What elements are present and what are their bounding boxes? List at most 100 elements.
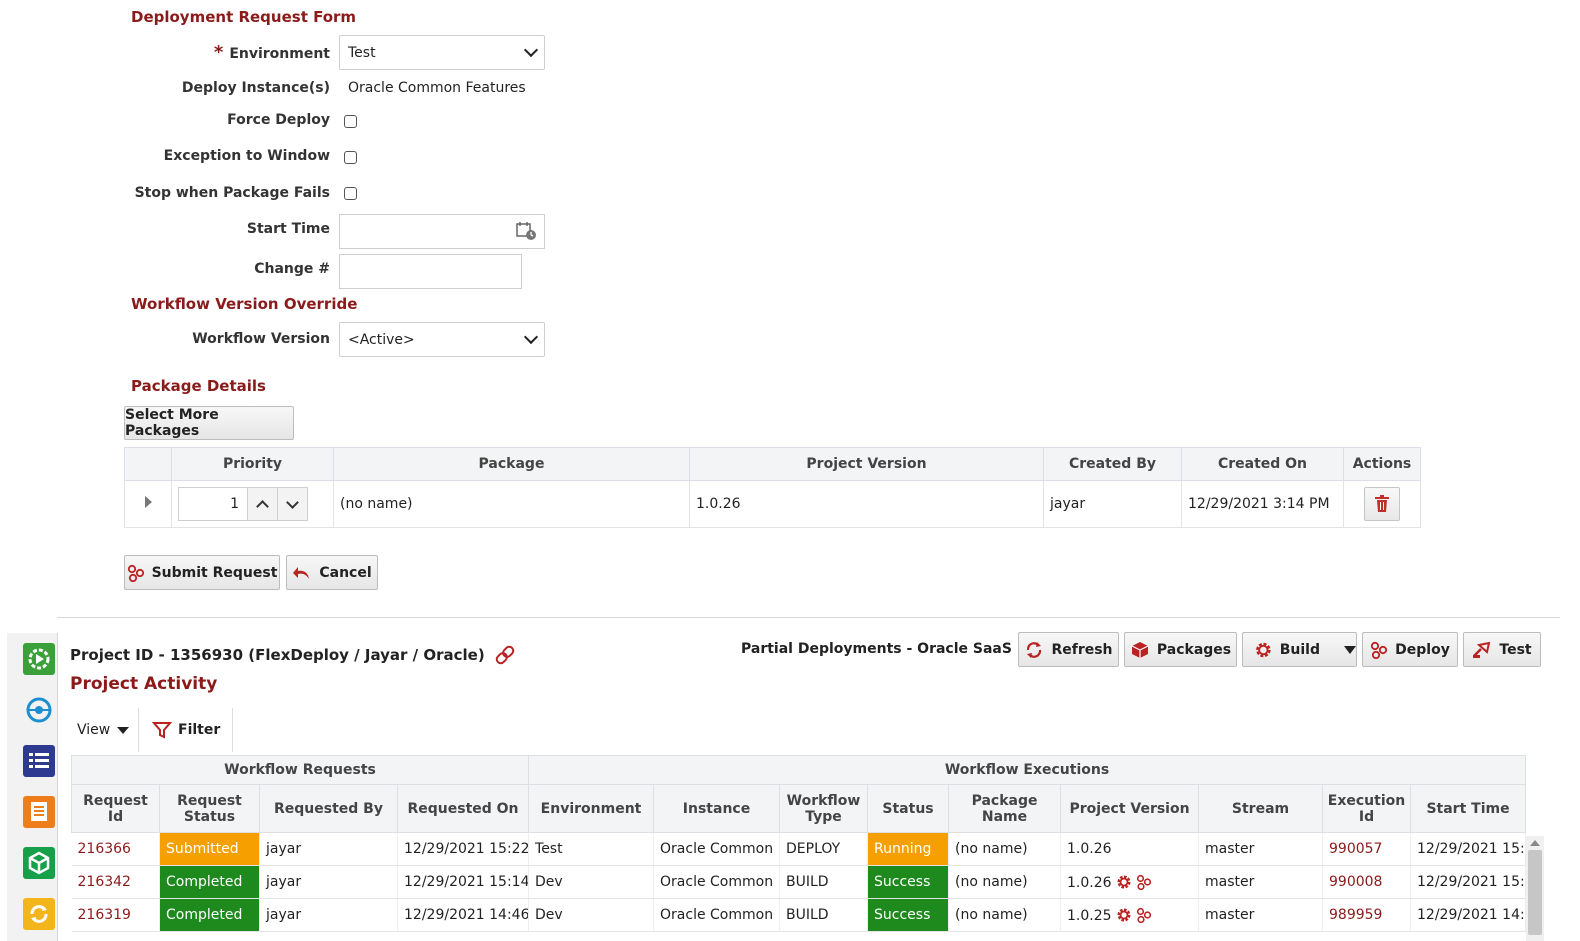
col-workflow-type[interactable]: Workflow Type <box>779 784 869 833</box>
cancel-button[interactable]: Cancel <box>286 555 378 590</box>
build-gear-icon[interactable] <box>1116 907 1132 923</box>
execution-id-link[interactable]: 989959 <box>1322 898 1412 932</box>
force-deploy-label: Force Deploy <box>227 112 330 128</box>
col-requested-by[interactable]: Requested By <box>259 784 398 833</box>
package-name-cell: (no name) <box>333 480 690 528</box>
submit-request-label: Submit Request <box>151 564 278 581</box>
deploy-icon[interactable] <box>1136 907 1152 923</box>
requested-by-cell: jayar <box>259 898 398 932</box>
request-id-link[interactable]: 216342 <box>71 865 160 899</box>
project-version-cell: 1.0.26 <box>689 480 1044 528</box>
deploy-icon <box>127 564 144 582</box>
packages-label: Packages <box>1156 641 1232 658</box>
project-version-cell: 1.0.25 <box>1060 898 1200 932</box>
col-project-version[interactable]: Project Version <box>1060 784 1200 833</box>
instance-cell: Oracle Common ... <box>653 865 781 899</box>
group-header-executions: Workflow Executions <box>528 755 1527 785</box>
priority-stepper[interactable]: 1 <box>178 487 308 521</box>
refresh-button[interactable]: Refresh <box>1018 632 1119 667</box>
project-id-title: Project ID - 1356930 (FlexDeploy / Jayar… <box>70 646 485 664</box>
calendar-clock-icon[interactable] <box>516 221 538 241</box>
side-toolbar <box>7 633 58 941</box>
build-label: Build <box>1279 641 1320 658</box>
submit-request-button[interactable]: Submit Request <box>124 555 280 590</box>
test-button[interactable]: Test <box>1463 632 1541 667</box>
side-workflow-icon[interactable] <box>23 694 55 726</box>
change-number-input[interactable] <box>339 254 522 289</box>
priority-value[interactable]: 1 <box>179 488 247 520</box>
deploy-button[interactable]: Deploy <box>1362 632 1458 667</box>
requested-on-cell: 12/29/2021 15:14 <box>397 865 530 899</box>
table-row[interactable]: 216342 Completed jayar 12/29/2021 15:14 … <box>71 865 1527 899</box>
expand-row-icon[interactable] <box>144 496 152 508</box>
scrollbar-thumb[interactable] <box>1528 850 1542 935</box>
execution-id-link[interactable]: 990057 <box>1322 832 1412 866</box>
project-version-cell: 1.0.26 <box>1060 865 1200 899</box>
workflow-version-value: <Active> <box>348 331 415 348</box>
deploy-icon <box>1371 641 1388 659</box>
workflow-version-select[interactable]: <Active> <box>339 322 545 357</box>
workflow-version-label: Workflow Version <box>192 331 330 347</box>
deploy-icon[interactable] <box>1136 874 1152 890</box>
environment-select[interactable]: Test <box>339 35 545 70</box>
caret-down-icon[interactable] <box>1344 645 1356 654</box>
created-on-cell: 12/29/2021 3:14 PM <box>1181 480 1344 528</box>
workflow-type-cell: BUILD <box>779 898 869 932</box>
table-row[interactable]: 216319 Completed jayar 12/29/2021 14:46 … <box>71 898 1527 932</box>
package-table-header-expander <box>124 447 172 481</box>
start-time-cell: 12/29/2021 15:22 <box>1410 832 1527 866</box>
col-instance[interactable]: Instance <box>653 784 781 833</box>
stop-on-fail-checkbox[interactable] <box>344 187 357 200</box>
link-icon[interactable] <box>494 644 516 666</box>
stream-cell: master <box>1198 865 1324 899</box>
package-table-header-package: Package <box>333 447 690 481</box>
package-table-header-priority: Priority <box>171 447 334 481</box>
increment-button[interactable] <box>247 488 277 520</box>
project-version-cell: 1.0.26 <box>1060 832 1200 866</box>
deploy-instances-label: Deploy Instance(s) <box>181 80 330 96</box>
side-package-icon[interactable] <box>23 847 55 879</box>
exception-window-checkbox[interactable] <box>344 151 357 164</box>
packages-button[interactable]: Packages <box>1124 632 1237 667</box>
build-button[interactable]: Build <box>1242 632 1357 667</box>
execution-id-link[interactable]: 990008 <box>1322 865 1412 899</box>
stream-cell: master <box>1198 832 1324 866</box>
build-gear-icon[interactable] <box>1116 874 1132 890</box>
environment-label-row: * Environment <box>0 42 330 63</box>
deploy-label: Deploy <box>1395 641 1450 658</box>
side-execute-icon[interactable] <box>23 643 55 675</box>
toolbar-divider <box>232 708 233 752</box>
decrement-button[interactable] <box>277 488 307 520</box>
col-start-time[interactable]: Start Time <box>1410 784 1527 833</box>
request-id-link[interactable]: 216319 <box>71 898 160 932</box>
filter-button[interactable]: Filter <box>152 720 220 740</box>
select-more-packages-button[interactable]: Select More Packages <box>124 406 294 440</box>
created-by-cell: jayar <box>1043 480 1182 528</box>
col-requested-on[interactable]: Requested On <box>396 784 530 833</box>
group-header-requests: Workflow Requests <box>70 755 530 785</box>
force-deploy-checkbox[interactable] <box>344 115 357 128</box>
request-id-link[interactable]: 216366 <box>71 832 160 866</box>
col-package-name[interactable]: Package Name <box>948 784 1062 833</box>
change-number-label: Change # <box>254 261 330 277</box>
start-time-input[interactable] <box>339 214 545 249</box>
col-request-status[interactable]: Request Status <box>159 784 260 833</box>
side-list-icon[interactable] <box>23 745 55 777</box>
view-menu[interactable]: View <box>77 722 130 738</box>
stream-cell: master <box>1198 898 1324 932</box>
package-table-header-created-on: Created On <box>1181 447 1344 481</box>
col-stream[interactable]: Stream <box>1198 784 1324 833</box>
side-document-icon[interactable] <box>23 796 55 828</box>
table-row[interactable]: 216366 Submitted jayar 12/29/2021 15:22 … <box>71 832 1527 866</box>
col-status[interactable]: Status <box>867 784 950 833</box>
requested-by-cell: jayar <box>259 865 398 899</box>
delete-package-button[interactable] <box>1364 487 1400 521</box>
scroll-up-icon[interactable] <box>1530 840 1540 846</box>
package-name-cell: (no name) <box>948 832 1062 866</box>
col-environment[interactable]: Environment <box>528 784 655 833</box>
vertical-scrollbar[interactable] <box>1526 836 1544 941</box>
side-sync-icon[interactable] <box>23 898 55 930</box>
col-execution-id[interactable]: Execution Id <box>1322 784 1412 833</box>
col-request-id[interactable]: Request Id <box>71 784 160 833</box>
environment-cell: Test <box>528 832 655 866</box>
